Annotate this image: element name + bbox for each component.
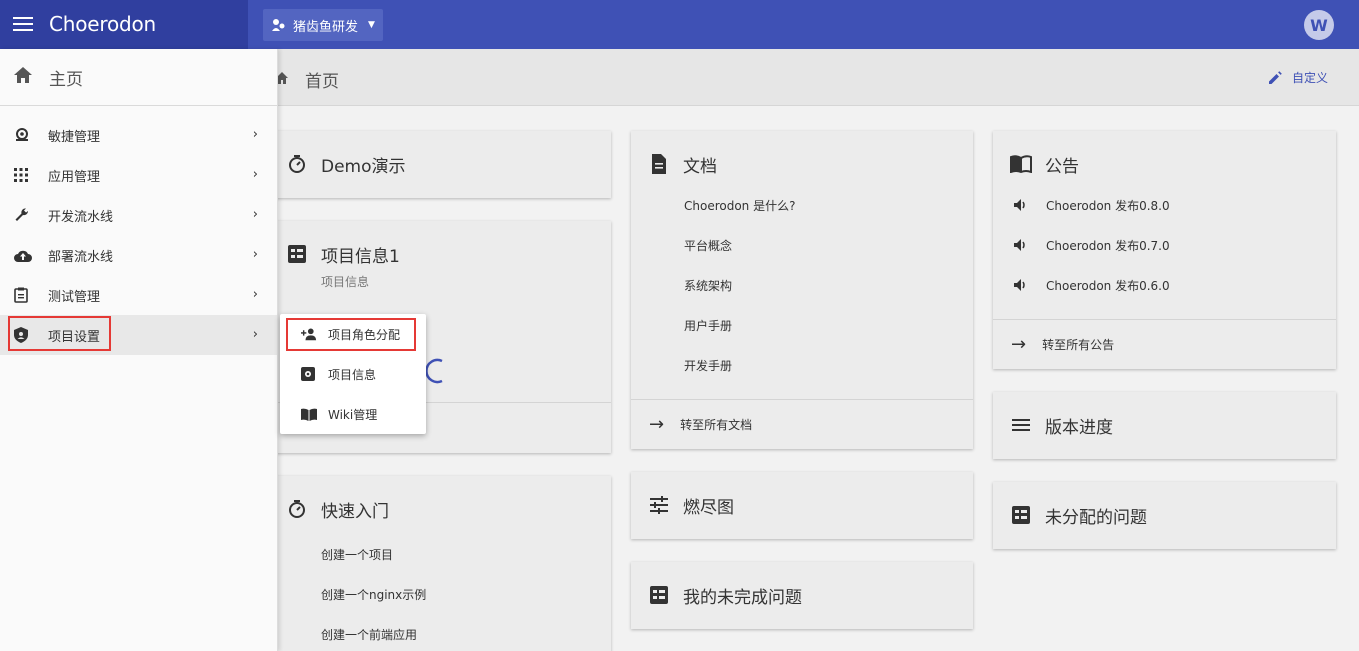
quick-start-link[interactable]: 创建一个nginx示例 bbox=[321, 574, 611, 614]
card-title: 快速入门 bbox=[321, 501, 389, 522]
card-title: 公告 bbox=[1045, 156, 1079, 177]
quick-start-link[interactable]: 创建一个前端应用 bbox=[321, 614, 611, 651]
quick-start-card: 快速入门 创建一个项目 创建一个nginx示例 创建一个前端应用 bbox=[270, 476, 611, 651]
timer-icon bbox=[286, 153, 308, 175]
unassigned-issues-card: 未分配的问题 bbox=[993, 482, 1336, 549]
all-docs-link[interactable]: → 转至所有文档 bbox=[631, 399, 973, 449]
card-subtitle: 项目信息 bbox=[321, 275, 370, 289]
top-bar: Choerodon 猪齿鱼研发 ▼ W bbox=[0, 0, 1359, 49]
sidebar-item-label: 部署流水线 bbox=[48, 249, 114, 265]
card-title: 版本进度 bbox=[1045, 417, 1113, 438]
brand-name[interactable]: Choerodon bbox=[49, 12, 156, 36]
card-title: 项目信息1 bbox=[321, 246, 400, 267]
chevron-right-icon: › bbox=[252, 167, 258, 182]
tune-icon bbox=[648, 494, 670, 516]
submenu-item-wiki[interactable]: Wiki管理 bbox=[280, 394, 426, 434]
submenu-item-project-info[interactable]: 项目信息 bbox=[280, 354, 426, 394]
volume-icon bbox=[1014, 199, 1025, 211]
demo-card: Demo演示 bbox=[270, 131, 611, 198]
burndown-card: 燃尽图 bbox=[631, 472, 973, 539]
brand-area: Choerodon bbox=[0, 0, 248, 49]
wrench-icon bbox=[14, 207, 34, 223]
sidebar-item-agile[interactable]: 敏捷管理 › bbox=[0, 115, 277, 155]
all-notices-link[interactable]: → 转至所有公告 bbox=[993, 319, 1336, 369]
menu-lines-icon bbox=[1010, 414, 1032, 436]
customize-label: 自定义 bbox=[1291, 71, 1328, 85]
card-title: 我的未完成问题 bbox=[683, 587, 802, 608]
sidebar-item-label: 应用管理 bbox=[48, 169, 101, 185]
list-box-icon bbox=[648, 584, 670, 606]
book-open-icon bbox=[1010, 153, 1032, 175]
card-title: 文档 bbox=[683, 156, 717, 177]
list-box-icon bbox=[286, 243, 308, 265]
volume-icon bbox=[1014, 279, 1025, 291]
sidebar-item-label: 开发流水线 bbox=[48, 209, 114, 225]
doc-link[interactable]: 用户手册 bbox=[684, 305, 973, 345]
notice-item[interactable]: Choerodon 发布0.7.0 bbox=[1014, 225, 1336, 265]
docs-card: 文档 Choerodon 是什么? 平台概念 系统架构 用户手册 开发手册 → … bbox=[631, 131, 973, 449]
notice-label: Choerodon 发布0.7.0 bbox=[1046, 238, 1170, 253]
apps-icon bbox=[14, 168, 34, 182]
clipboard-icon bbox=[14, 287, 34, 303]
home-icon bbox=[13, 66, 33, 89]
card-title: 未分配的问题 bbox=[1045, 507, 1147, 528]
caret-down-icon: ▼ bbox=[368, 20, 375, 30]
hamburger-menu-icon[interactable] bbox=[13, 17, 33, 32]
notice-card: 公告 Choerodon 发布0.8.0 Choerodon 发布0.7.0 C… bbox=[993, 131, 1336, 369]
customize-button[interactable]: 自定义 bbox=[1268, 69, 1328, 86]
sidebar-item-deploy-pipeline[interactable]: 部署流水线 › bbox=[0, 235, 277, 275]
sidebar-item-label: 测试管理 bbox=[48, 289, 101, 305]
highlight-box bbox=[286, 318, 416, 351]
footer-label: 转至所有公告 bbox=[1042, 338, 1115, 352]
sidebar-item-label: 敏捷管理 bbox=[48, 129, 101, 145]
timer-icon bbox=[286, 498, 308, 520]
volume-icon bbox=[1014, 239, 1025, 251]
quick-start-link[interactable]: 创建一个项目 bbox=[321, 534, 611, 574]
submenu-item-label: 项目信息 bbox=[328, 367, 377, 382]
chevron-right-icon: › bbox=[252, 207, 258, 222]
project-selector[interactable]: 猪齿鱼研发 ▼ bbox=[263, 9, 383, 41]
my-issues-card: 我的未完成问题 bbox=[631, 562, 973, 629]
user-avatar[interactable]: W bbox=[1304, 10, 1334, 40]
sidebar-home[interactable]: 主页 bbox=[0, 49, 277, 106]
agile-icon bbox=[14, 128, 34, 142]
arrow-right-icon: → bbox=[1011, 334, 1027, 355]
card-title: Demo演示 bbox=[321, 156, 406, 177]
notice-label: Choerodon 发布0.6.0 bbox=[1046, 278, 1170, 293]
book-icon bbox=[301, 408, 317, 421]
doc-link[interactable]: 系统架构 bbox=[684, 265, 973, 305]
chevron-right-icon: › bbox=[252, 327, 258, 342]
sidebar-item-test[interactable]: 测试管理 › bbox=[0, 275, 277, 315]
settings-box-icon bbox=[301, 367, 317, 381]
page-title: 首页 bbox=[305, 72, 339, 92]
sidebar-item-dev-pipeline[interactable]: 开发流水线 › bbox=[0, 195, 277, 235]
highlight-box bbox=[8, 316, 111, 351]
doc-link[interactable]: Choerodon 是什么? bbox=[684, 185, 973, 225]
sidebar-home-label: 主页 bbox=[49, 69, 83, 90]
doc-link[interactable]: 开发手册 bbox=[684, 345, 973, 385]
version-progress-card: 版本进度 bbox=[993, 392, 1336, 459]
notice-label: Choerodon 发布0.8.0 bbox=[1046, 198, 1170, 213]
arrow-right-icon: → bbox=[649, 414, 665, 435]
chevron-right-icon: › bbox=[252, 287, 258, 302]
chevron-right-icon: › bbox=[252, 127, 258, 142]
document-icon bbox=[648, 153, 670, 175]
notice-item[interactable]: Choerodon 发布0.8.0 bbox=[1014, 185, 1336, 225]
footer-label: 转至所有文档 bbox=[680, 418, 753, 432]
doc-link[interactable]: 平台概念 bbox=[684, 225, 973, 265]
notice-item[interactable]: Choerodon 发布0.6.0 bbox=[1014, 265, 1336, 305]
list-box-icon bbox=[1010, 504, 1032, 526]
project-group-icon bbox=[272, 18, 286, 32]
card-title: 燃尽图 bbox=[683, 497, 734, 518]
edit-icon bbox=[1268, 70, 1282, 84]
chevron-right-icon: › bbox=[252, 247, 258, 262]
project-name: 猪齿鱼研发 bbox=[293, 19, 359, 35]
submenu-item-label: Wiki管理 bbox=[328, 407, 378, 422]
page-header: 首页 自定义 bbox=[276, 49, 1359, 106]
sidebar-item-apps[interactable]: 应用管理 › bbox=[0, 155, 277, 195]
cloud-upload-icon bbox=[14, 249, 34, 262]
